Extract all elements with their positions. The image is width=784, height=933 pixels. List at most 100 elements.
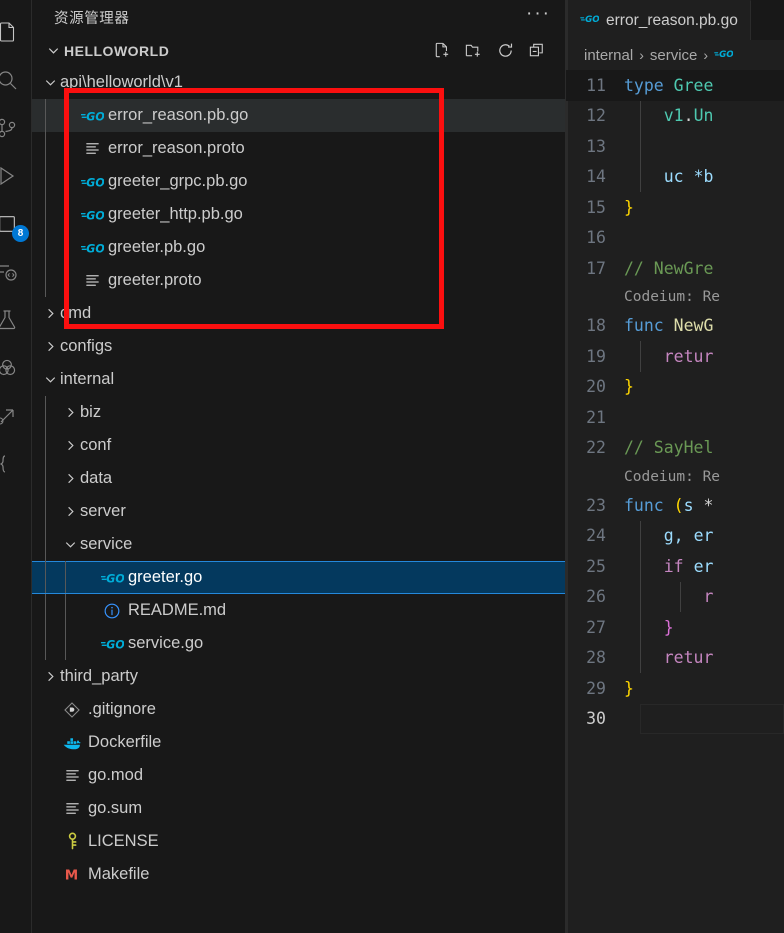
tree-file-service-go[interactable]: GO service.go bbox=[32, 627, 565, 660]
code-text: } bbox=[624, 679, 634, 698]
code-line[interactable]: 13 bbox=[566, 131, 784, 162]
tree-file-readme-md[interactable]: README.md bbox=[32, 594, 565, 627]
chevron-right-icon[interactable] bbox=[40, 306, 60, 321]
code-line[interactable]: 23 func (s * bbox=[566, 490, 784, 521]
chevron-down-icon[interactable] bbox=[60, 537, 80, 552]
code-area[interactable]: 11 type Gree 12 v1.Un 13 14 uc *b 15} 16 17// N… bbox=[566, 70, 784, 933]
chevron-down-icon[interactable] bbox=[40, 75, 60, 90]
svg-text:M: M bbox=[65, 867, 78, 883]
run-and-debug-icon[interactable] bbox=[0, 152, 31, 200]
codelens-label[interactable]: Codeium: Re bbox=[566, 289, 720, 305]
tree-file-go-mod[interactable]: go.mod bbox=[32, 759, 565, 792]
code-token: retur bbox=[663, 648, 714, 668]
breadcrumb-item-service[interactable]: service bbox=[650, 47, 698, 64]
code-line[interactable]: 15} bbox=[566, 192, 784, 223]
code-line[interactable]: 30 bbox=[566, 703, 784, 734]
code-line[interactable]: 19 retur bbox=[566, 341, 784, 372]
remote-explorer-icon[interactable] bbox=[0, 248, 31, 296]
code-line[interactable]: 29} bbox=[566, 673, 784, 704]
tree-item-label: data bbox=[80, 469, 113, 487]
code-line[interactable]: 25 if er bbox=[566, 551, 784, 582]
extensions-icon[interactable]: 8 bbox=[0, 200, 31, 248]
chevron-right-icon[interactable] bbox=[40, 339, 60, 354]
tree-folder-server[interactable]: server bbox=[32, 495, 565, 528]
file-tree[interactable]: api\helloworld\v1 GO error_reason.pb.go … bbox=[32, 66, 565, 933]
code-line[interactable]: 26 r bbox=[566, 581, 784, 612]
tree-folder-conf[interactable]: conf bbox=[32, 429, 565, 462]
code-token: er bbox=[693, 526, 714, 546]
code-line[interactable]: 27 } bbox=[566, 612, 784, 643]
tree-folder-internal[interactable]: internal bbox=[32, 363, 565, 396]
code-line[interactable]: 17 // NewGre bbox=[566, 253, 784, 284]
tree-item-label: error_reason.pb.go bbox=[108, 106, 249, 124]
code-token: // SayHel bbox=[624, 438, 714, 458]
tree-file-greeter-grpc-pb-go[interactable]: GO greeter_grpc.pb.go bbox=[32, 165, 565, 198]
tree-file-error-reason-proto[interactable]: error_reason.proto bbox=[32, 132, 565, 165]
tree-folder-biz[interactable]: biz bbox=[32, 396, 565, 429]
tree-folder-service[interactable]: service bbox=[32, 528, 565, 561]
code-line[interactable]: 16 bbox=[566, 223, 784, 254]
code-text: type Gree bbox=[624, 76, 713, 95]
explorer-icon[interactable] bbox=[0, 8, 31, 56]
codelens-row[interactable]: Codeium: Re bbox=[566, 463, 784, 490]
new-file-icon[interactable] bbox=[432, 41, 451, 60]
code-line[interactable]: 24 g, er bbox=[566, 520, 784, 551]
code-text: // NewGre bbox=[624, 259, 713, 278]
indent-guide bbox=[45, 462, 46, 495]
code-line[interactable]: 12 v1.Un bbox=[566, 100, 784, 131]
code-line[interactable]: 22 // SayHel bbox=[566, 433, 784, 464]
tree-file-error-reason-pb-go[interactable]: GO error_reason.pb.go bbox=[32, 99, 565, 132]
code-line[interactable]: 20} bbox=[566, 372, 784, 403]
line-number: 30 bbox=[586, 709, 606, 729]
code-line[interactable]: 11 type Gree bbox=[566, 70, 784, 101]
code-line[interactable]: 28 retur bbox=[566, 642, 784, 673]
code-line[interactable]: 21 bbox=[566, 402, 784, 433]
code-line[interactable]: 18 func NewG bbox=[566, 311, 784, 342]
share-icon[interactable] bbox=[0, 392, 31, 440]
tree-folder-data[interactable]: data bbox=[32, 462, 565, 495]
chevron-right-icon[interactable] bbox=[60, 438, 80, 453]
new-folder-icon[interactable] bbox=[464, 41, 483, 60]
codeium-icon[interactable] bbox=[0, 344, 31, 392]
code-text: // SayHel bbox=[624, 438, 713, 457]
line-number: 12 bbox=[586, 106, 606, 126]
breadcrumb-item-internal[interactable]: internal bbox=[584, 47, 633, 64]
svg-text:GO: GO bbox=[86, 242, 104, 255]
tree-file-go-sum[interactable]: go.sum bbox=[32, 792, 565, 825]
snippets-icon[interactable] bbox=[0, 440, 31, 488]
codelens-label[interactable]: Codeium: Re bbox=[566, 469, 720, 485]
search-icon[interactable] bbox=[0, 56, 31, 104]
tree-folder-api-helloworld-v1[interactable]: api\helloworld\v1 bbox=[32, 66, 565, 99]
chevron-right-icon[interactable] bbox=[60, 471, 80, 486]
indent-guide bbox=[640, 131, 641, 162]
code-line[interactable]: 14 uc *b bbox=[566, 161, 784, 192]
workspace-section-header[interactable]: HELLOWORLD bbox=[32, 35, 565, 66]
chevron-down-icon[interactable] bbox=[40, 372, 60, 387]
tree-file-greeter-pb-go[interactable]: GO greeter.pb.go bbox=[32, 231, 565, 264]
tab-label: error_reason.pb.go bbox=[606, 11, 738, 29]
tree-file-greeter-proto[interactable]: greeter.proto bbox=[32, 264, 565, 297]
activity-bar: 8 bbox=[0, 0, 32, 933]
tree-file-greeter-http-pb-go[interactable]: GO greeter_http.pb.go bbox=[32, 198, 565, 231]
chevron-right-icon[interactable] bbox=[40, 669, 60, 684]
codelens-row[interactable]: Codeium: Re bbox=[566, 284, 784, 311]
tab-error_reason-pb-go[interactable]: GO error_reason.pb.go bbox=[566, 0, 751, 40]
testing-flask-icon[interactable] bbox=[0, 296, 31, 344]
refresh-icon[interactable] bbox=[496, 41, 515, 60]
indent-guide bbox=[65, 561, 66, 594]
tree-file-makefile[interactable]: M Makefile bbox=[32, 858, 565, 891]
tree-file--gitignore[interactable]: .gitignore bbox=[32, 693, 565, 726]
tree-file-greeter-go[interactable]: GO greeter.go bbox=[32, 561, 565, 594]
tree-file-license[interactable]: LICENSE bbox=[32, 825, 565, 858]
chevron-right-icon[interactable] bbox=[60, 504, 80, 519]
tree-folder-cmd[interactable]: cmd bbox=[32, 297, 565, 330]
chevron-right-icon[interactable] bbox=[60, 405, 80, 420]
breadcrumb[interactable]: internal › service › GO bbox=[566, 40, 784, 70]
source-control-icon[interactable] bbox=[0, 104, 31, 152]
tree-file-dockerfile[interactable]: Dockerfile bbox=[32, 726, 565, 759]
tree-folder-configs[interactable]: configs bbox=[32, 330, 565, 363]
collapse-all-icon[interactable] bbox=[528, 41, 547, 60]
tree-folder-third-party[interactable]: third_party bbox=[32, 660, 565, 693]
more-actions-icon[interactable]: ··· bbox=[526, 4, 551, 27]
